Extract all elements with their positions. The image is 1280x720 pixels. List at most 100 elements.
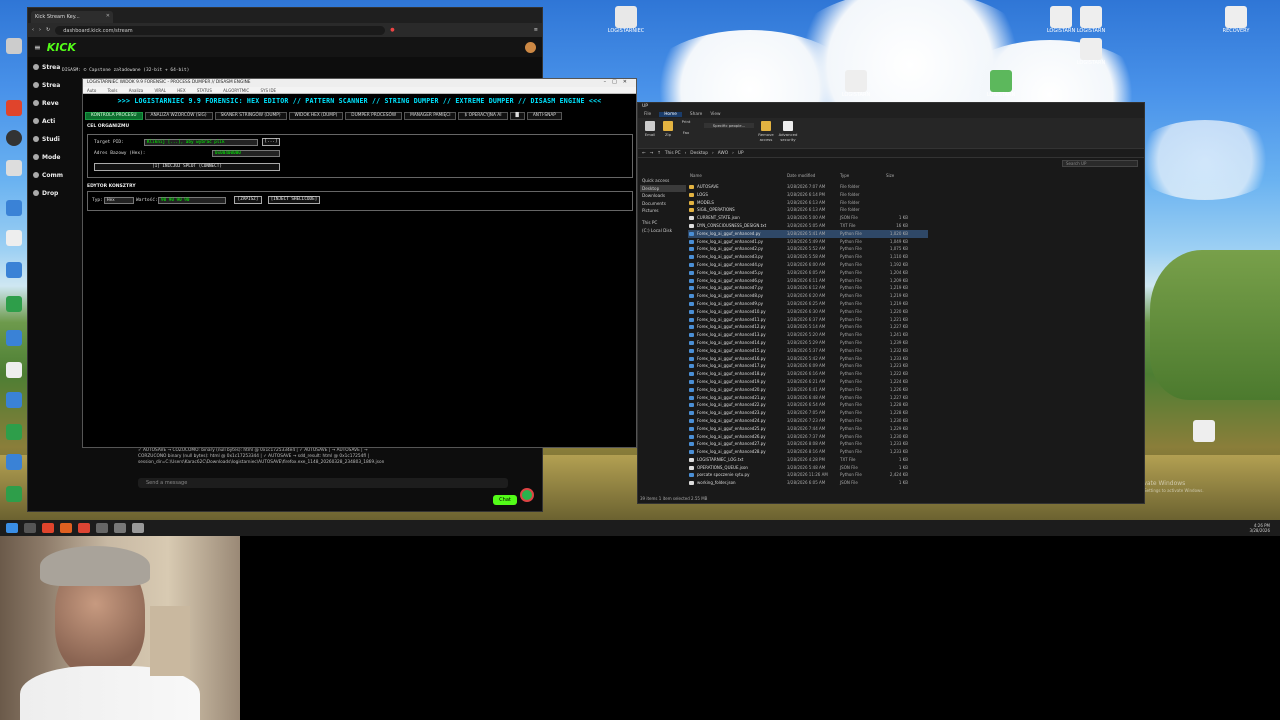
desktop-icon-doc[interactable] — [1193, 420, 1215, 442]
file-row[interactable]: Forex_log_ai_gguf_enhanced22.py 3/28/2026… — [688, 401, 928, 409]
desktop-icon-doc[interactable]: LOGISTARN — [1077, 38, 1105, 66]
file-row[interactable]: Forex_log_ai_gguf_enhanced26.py 3/28/2026… — [688, 433, 928, 441]
file-row[interactable]: Forex_log_ai_gguf_enhanced13.py 3/28/2026… — [688, 331, 928, 339]
file-row[interactable]: LOGISTARNIEC_LOG.txt 3/28/2026 4:28 PM TXT… — [688, 456, 928, 464]
ribbon-tab-view[interactable]: View — [710, 112, 720, 117]
share-people-button[interactable]: Specific people... — [704, 123, 754, 128]
kick-logo[interactable]: KICK — [47, 41, 76, 54]
inject-connect-button[interactable]: [1] INICJUJ SPLOT (CONNECT) — [94, 163, 280, 171]
file-row[interactable]: CURRENT_STATE.json 3/28/2026 5:00 AM JSON … — [688, 214, 928, 222]
desktop-icon-app[interactable] — [6, 200, 22, 216]
sidebar-item[interactable]: Acti — [28, 112, 68, 130]
taskbar-app[interactable] — [132, 523, 144, 533]
extension-icon[interactable]: ● — [390, 27, 394, 33]
hamburger-icon[interactable]: ≡ — [34, 43, 41, 52]
breadcrumb-item[interactable]: This PC — [665, 151, 681, 156]
back-icon[interactable]: ‹ — [32, 27, 34, 33]
file-row[interactable]: SIGIL_OPERATIONS 3/28/2026 6:13 AM File fo… — [688, 206, 928, 214]
file-row[interactable]: Forex_log_ai_gguf_enhanced15.py 3/28/2026… — [688, 347, 928, 355]
desktop-icon-app[interactable] — [6, 262, 22, 278]
file-row[interactable]: Forex_log_ai_gguf_enhanced12.py 3/28/2026… — [688, 323, 928, 331]
menu-item[interactable]: STATUS — [197, 88, 212, 93]
base-address-input[interactable]: 0x00400000 — [212, 150, 280, 157]
write-button[interactable]: [ZAPISZ] — [234, 196, 262, 204]
ribbon-tab-file[interactable]: File — [644, 112, 651, 117]
breadcrumb-item[interactable]: AWO — [718, 151, 728, 156]
column-name[interactable]: Name — [690, 173, 702, 178]
menu-item[interactable]: Tools — [108, 88, 118, 93]
sidebar-item[interactable]: Drop — [28, 184, 68, 202]
search-input[interactable]: Search UP — [1062, 160, 1138, 167]
avatar[interactable] — [525, 41, 536, 53]
browse-button[interactable]: [...] — [262, 138, 280, 146]
file-row[interactable]: Forex_log_ai_gguf_enhanced19.py 3/28/2026… — [688, 378, 928, 386]
file-row[interactable]: Forex_log_ai_gguf_enhanced1.py 3/28/2026 … — [688, 238, 928, 246]
file-row[interactable]: Forex_log_ai_gguf_enhanced21.py 3/28/2026… — [688, 394, 928, 402]
back-icon[interactable]: ← — [642, 151, 646, 156]
start-icon[interactable] — [6, 523, 18, 533]
file-row[interactable]: MODELS 3/28/2026 6:13 AM File folder — [688, 199, 928, 207]
desktop-icon-app[interactable] — [6, 330, 22, 346]
desktop-icon-app[interactable] — [6, 454, 22, 470]
file-row[interactable]: Forex_log_ai_gguf_enhanced3.py 3/28/2026 … — [688, 253, 928, 261]
desktop-icon-doc[interactable]: LOGISTARN — [842, 70, 870, 98]
file-row[interactable]: Forex_log_ai_gguf_enhanced23.py 3/28/2026… — [688, 409, 928, 417]
sidebar-item[interactable]: Comm — [28, 166, 68, 184]
chat-input[interactable]: Send a message — [138, 478, 508, 488]
taskbar-app[interactable] — [114, 523, 126, 533]
desktop-icon-app[interactable] — [6, 296, 22, 312]
menu-item[interactable]: SYS IDE — [260, 88, 276, 93]
remove-access-button[interactable]: Remove access — [756, 121, 776, 142]
file-row[interactable]: Forex_log_ai_gguf_enhanced11.py 3/28/2026… — [688, 316, 928, 324]
tab-memory-manager[interactable]: MANAGER PAMIĘCI — [404, 112, 457, 120]
nav-item[interactable]: Documents — [640, 200, 686, 208]
file-row[interactable]: Forex_log_ai_gguf_enhanced5.py 3/28/2026 … — [688, 269, 928, 277]
breadcrumb-item[interactable]: UP — [738, 151, 744, 156]
sidebar-item[interactable]: Reve — [28, 94, 68, 112]
tab-extra[interactable]: █ — [509, 112, 525, 120]
desktop-icon-doc[interactable]: RECOVERY — [1223, 6, 1249, 34]
window-controls[interactable]: –□✕ — [604, 79, 633, 85]
file-row[interactable]: Forex_log_ai_gguf_enhanced7.py 3/28/2026 … — [688, 284, 928, 292]
desktop-icon-app[interactable] — [6, 486, 22, 502]
menu-icon[interactable]: ≡ — [534, 27, 538, 33]
tab-pattern-analysis[interactable]: ANALIZA WZORCÓW (SIG) — [144, 112, 213, 120]
taskbar-app[interactable] — [42, 523, 54, 533]
file-row[interactable]: Forex_log_ai_gguf_enhanced18.py 3/28/2026… — [688, 370, 928, 378]
zip-button[interactable]: Zip — [658, 121, 678, 137]
file-row[interactable]: OPERATIONS_QUEUE.json 3/28/2026 5:48 AM JS… — [688, 464, 928, 472]
tab-string-scanner[interactable]: SKANER STRINGÓW (DUMP) — [214, 112, 287, 120]
menu-item[interactable]: VIRAL — [155, 88, 167, 93]
file-row[interactable]: Forex_log_ai_gguf_enhanced17.py 3/28/2026… — [688, 362, 928, 370]
file-row[interactable]: Forex_log_ai_gguf_enhanced28.py 3/28/2026… — [688, 448, 928, 456]
ribbon-tab-home[interactable]: Home — [659, 111, 682, 117]
sidebar-item[interactable]: Strea — [28, 76, 68, 94]
desktop-icon-doc[interactable] — [6, 362, 22, 378]
address-path[interactable]: ← → ↑ This PC › Desktop › AWO › UP — [638, 149, 1144, 158]
file-row[interactable]: Forex_log_ai_gguf_enhanced16.py 3/28/2026… — [688, 355, 928, 363]
file-row[interactable]: Forex_log_ai_gguf_enhanced.py 3/28/2026 5… — [688, 229, 928, 238]
taskbar-app[interactable] — [78, 523, 90, 533]
value-input[interactable]: 90 90 90 90 — [158, 197, 226, 204]
tab-hex-view[interactable]: WIDOK HEX (DUMP) — [288, 112, 344, 120]
tab-anti-snap[interactable]: ANTI-SNAP — [526, 112, 562, 120]
file-row[interactable]: Forex_log_ai_gguf_enhanced25.py 3/28/2026… — [688, 425, 928, 433]
nav-item[interactable]: (C:) Local Disk — [640, 227, 686, 235]
reload-icon[interactable]: ↻ — [46, 27, 50, 33]
taskbar-app[interactable] — [24, 523, 36, 533]
desktop-icon-obs[interactable] — [6, 130, 22, 146]
file-row[interactable]: working_folder.json 3/28/2026 6:05 AM JSON… — [688, 479, 928, 487]
print-button[interactable]: Print — [676, 119, 696, 124]
menu-item[interactable]: ALGORYTMIC — [223, 88, 249, 93]
fax-button[interactable]: Fax — [676, 130, 696, 135]
desktop-icon-app[interactable] — [6, 392, 22, 408]
menu-item[interactable]: Auto — [87, 88, 96, 93]
column-size[interactable]: Size — [886, 173, 894, 178]
sidebar-item[interactable]: Mode — [28, 148, 68, 166]
file-row[interactable]: Forex_log_ai_gguf_enhanced10.py 3/28/2026… — [688, 308, 928, 316]
sidebar-item[interactable]: Studi — [28, 130, 68, 148]
nav-item[interactable]: Downloads — [640, 192, 686, 200]
nav-item[interactable]: This PC — [640, 219, 686, 227]
advanced-security-button[interactable]: Advanced security — [778, 121, 798, 142]
target-pid-input[interactable]: Kliknij [...], aby wybrać plik — [144, 139, 258, 146]
